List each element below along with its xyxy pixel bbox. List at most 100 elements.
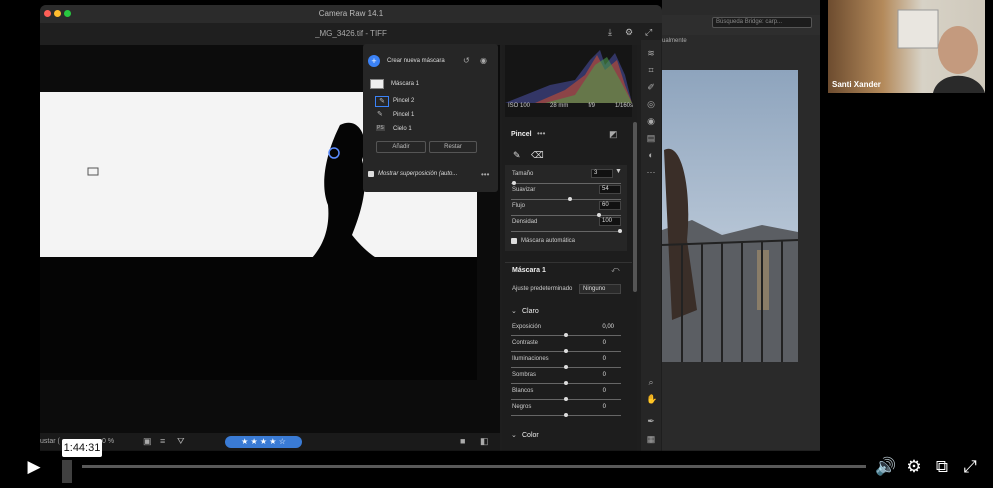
blacks-label: Negros (512, 404, 532, 410)
zoom-icon[interactable]: ⌕ (646, 377, 656, 387)
presets-icon[interactable]: ◐ (646, 150, 656, 160)
reset-icon[interactable]: ⤺ (611, 265, 620, 275)
mask-item[interactable]: Pincel 2 (393, 95, 414, 107)
file-name: _MG_3426.tif - TIFF (40, 23, 662, 45)
slider-thumb[interactable] (564, 365, 568, 369)
window-title: Camera Raw 14.1 (40, 5, 662, 23)
crop-icon[interactable]: ⌗ (646, 65, 656, 75)
settings-icon[interactable]: ⚙ (903, 456, 925, 478)
mask-thumbnail[interactable] (370, 79, 384, 89)
highlights-value[interactable]: 0 (586, 356, 606, 362)
slider-thumb[interactable] (568, 197, 572, 201)
filter-icon[interactable]: ⛛ (177, 436, 185, 447)
single-view-icon[interactable]: ■ (460, 436, 465, 446)
light-section-title[interactable]: Claro (522, 308, 539, 315)
progress-bar[interactable] (82, 465, 866, 468)
add-button[interactable]: Añadir (376, 141, 426, 153)
mask-item[interactable]: Máscara 1 (391, 78, 419, 90)
more-icon[interactable]: ••• (537, 129, 545, 138)
volume-icon[interactable]: 🔊 (875, 456, 897, 478)
sampler-icon[interactable]: ✒ (646, 416, 656, 426)
reset-icon[interactable]: ↺ (463, 56, 470, 65)
timecode-tooltip: 1:44:31 (62, 439, 102, 457)
minimize-window-icon[interactable] (54, 10, 61, 17)
size-input[interactable]: 3 (591, 169, 613, 178)
flow-slider[interactable] (511, 215, 621, 216)
brush-title: Pincel (511, 131, 532, 138)
hand-icon[interactable]: ✋ (646, 394, 657, 404)
zoom-value[interactable]: 0 % (102, 438, 114, 445)
edit-icon[interactable]: ≋ (646, 48, 656, 58)
feather-label: Suavizar (512, 187, 536, 193)
density-input[interactable]: 100 (599, 217, 621, 226)
blacks-value[interactable]: 0 (586, 404, 606, 410)
chevron-down-icon[interactable]: ⌄ (511, 431, 517, 439)
bridge-preview-image (662, 70, 798, 362)
feather-slider[interactable] (511, 199, 621, 200)
grid-icon[interactable]: ▦ (646, 434, 656, 444)
mask-item[interactable]: Pincel 1 (393, 109, 414, 121)
brush-icon[interactable]: ✎ (513, 150, 521, 161)
preset-select[interactable]: Ninguno (579, 284, 621, 294)
sort-icon[interactable]: ≡ (160, 436, 165, 446)
overlay-label[interactable]: Mostrar superposición (auto... (378, 171, 457, 177)
more-icon[interactable]: ⋯ (646, 167, 656, 177)
iso-value: ISO 100 (508, 103, 531, 109)
color-section-title[interactable]: Color (522, 432, 539, 439)
brush-icon[interactable]: ✎ (375, 96, 389, 107)
exposure-value[interactable]: 0,00 (594, 324, 614, 330)
density-slider[interactable] (511, 231, 621, 232)
panel-scrollbar[interactable] (633, 122, 637, 292)
overlay-checkbox[interactable] (368, 171, 374, 177)
fit-label[interactable]: ustar ( (40, 438, 60, 445)
sky-icon[interactable]: PS (376, 125, 385, 131)
save-icon[interactable]: ⤓ (608, 27, 612, 38)
auto-mask-checkbox[interactable] (511, 238, 517, 244)
fullscreen-icon[interactable]: ⤢ (959, 456, 981, 478)
eye-icon[interactable]: ◉ (480, 56, 487, 65)
eraser-icon[interactable]: ⌫ (531, 150, 544, 161)
slider-thumb[interactable] (618, 229, 622, 233)
shadows-value[interactable]: 0 (586, 372, 606, 378)
add-mask-icon[interactable]: + (368, 55, 380, 67)
picture-in-picture-icon[interactable]: ⧉ (931, 456, 953, 478)
create-mask-label[interactable]: Crear nueva máscara (387, 58, 445, 64)
size-label: Tamaño (512, 171, 534, 177)
slider-thumb[interactable] (564, 381, 568, 385)
split-view-icon[interactable]: ◧ (480, 436, 489, 447)
fullscreen-icon[interactable]: ⤢ (645, 27, 652, 38)
slider-thumb[interactable] (564, 413, 568, 417)
chevron-down-icon[interactable]: ▼ (615, 168, 622, 175)
histogram-info: ISO 100 28 mm f/9 1/160s (508, 103, 633, 109)
close-window-icon[interactable] (44, 10, 51, 17)
subtract-button[interactable]: Restar (429, 141, 477, 153)
healing-icon[interactable]: ✐ (646, 82, 656, 92)
auto-mask-label[interactable]: Máscara automática (521, 238, 575, 244)
flow-input[interactable]: 60 (599, 201, 621, 210)
bridge-search-input[interactable]: Búsqueda Bridge: carp... (712, 17, 812, 28)
contrast-value[interactable]: 0 (586, 340, 606, 346)
whites-value[interactable]: 0 (586, 388, 606, 394)
feather-input[interactable]: 54 (599, 185, 621, 194)
compare-icon[interactable]: ▣ (143, 436, 152, 447)
more-icon[interactable]: ••• (481, 170, 489, 179)
gear-icon[interactable]: ⚙ (625, 27, 633, 38)
slider-thumb[interactable] (564, 349, 568, 353)
mask-icon[interactable]: ◎ (646, 99, 656, 109)
bridge-view-label[interactable]: ualmente (662, 38, 742, 48)
brush-settings-icon[interactable]: ◩ (609, 129, 618, 140)
slider-thumb[interactable] (564, 333, 568, 337)
brush-icon[interactable]: ✎ (377, 110, 383, 118)
snapshots-icon[interactable]: ▤ (646, 133, 656, 143)
play-icon[interactable]: ▶ (24, 456, 44, 478)
mask-item[interactable]: Cielo 1 (393, 123, 412, 135)
density-label: Densidad (512, 219, 538, 225)
size-slider[interactable] (511, 183, 621, 184)
scrub-handle[interactable] (62, 460, 72, 483)
slider-thumb[interactable] (512, 181, 516, 185)
red-eye-icon[interactable]: ◉ (646, 116, 656, 126)
slider-thumb[interactable] (564, 397, 568, 401)
star-rating[interactable]: ★ ★ ★ ★ ☆ (225, 436, 302, 448)
chevron-down-icon[interactable]: ⌄ (511, 307, 517, 315)
zoom-window-icon[interactable] (64, 10, 71, 17)
